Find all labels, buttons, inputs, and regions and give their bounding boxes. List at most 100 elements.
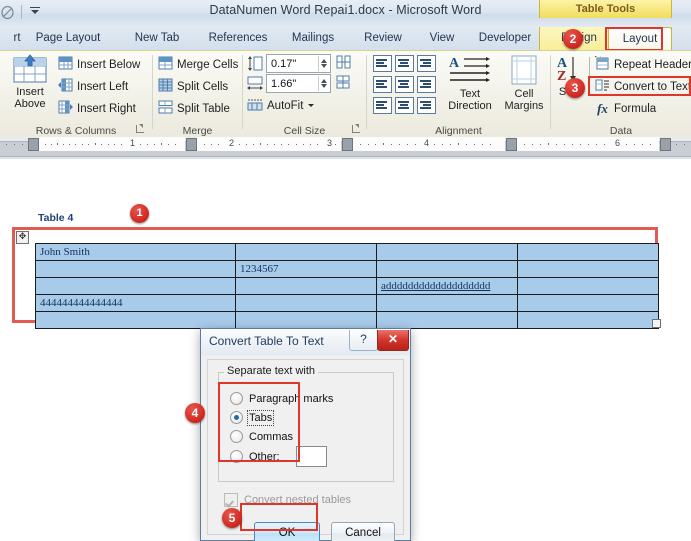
table-cell[interactable] bbox=[376, 243, 518, 261]
rows-columns-dialog-launcher[interactable] bbox=[135, 124, 146, 135]
insert-above-button[interactable]: Insert Above bbox=[8, 54, 52, 110]
table-cell[interactable] bbox=[235, 311, 377, 329]
autofit-button[interactable]: AutoFit bbox=[247, 96, 315, 115]
formula-button[interactable]: fx Formula bbox=[595, 99, 656, 118]
table-cell[interactable] bbox=[517, 294, 659, 312]
highlight-layout-tab bbox=[605, 27, 663, 51]
table-row[interactable]: addddddddddddddddddd bbox=[35, 277, 659, 295]
table-cell[interactable]: 444444444444444 bbox=[35, 294, 236, 312]
distribute-rows-icon[interactable] bbox=[336, 55, 351, 72]
table-cell[interactable] bbox=[517, 260, 659, 278]
align-top-right-button[interactable] bbox=[417, 55, 436, 72]
tab-mailings[interactable]: Mailings bbox=[277, 27, 349, 50]
text-direction-button[interactable]: A Text Direction bbox=[443, 54, 497, 112]
table-cell[interactable] bbox=[35, 277, 236, 295]
formula-label: Formula bbox=[614, 102, 657, 115]
table-cell[interactable] bbox=[517, 243, 659, 261]
align-center-right-button[interactable] bbox=[417, 76, 436, 93]
table-row-height-icon bbox=[247, 56, 263, 74]
insert-column-left-icon bbox=[58, 78, 73, 95]
dialog-title: Convert Table To Text bbox=[209, 334, 324, 348]
tab-developer[interactable]: Developer bbox=[464, 27, 546, 50]
repeat-header-rows-button[interactable]: Repeat Header R bbox=[594, 54, 691, 74]
insert-below-label: Insert Below bbox=[77, 58, 141, 71]
column-marker[interactable] bbox=[28, 138, 39, 151]
table-cell[interactable] bbox=[35, 311, 236, 329]
horizontal-ruler[interactable]: 1 2 3 4 6 bbox=[0, 137, 691, 160]
insert-right-button[interactable]: Insert Right bbox=[58, 99, 136, 118]
split-table-icon bbox=[158, 100, 173, 117]
align-top-left-button[interactable] bbox=[373, 55, 392, 72]
table-cell[interactable]: John Smith bbox=[35, 243, 236, 261]
checkbox-indicator[interactable] bbox=[224, 493, 238, 507]
table-move-handle-icon[interactable]: ✥ bbox=[16, 231, 29, 244]
split-cells-button[interactable]: Split Cells bbox=[158, 77, 228, 96]
table-column-width-icon bbox=[247, 76, 263, 94]
align-top-center-button[interactable] bbox=[395, 55, 414, 72]
tab-references[interactable]: References bbox=[194, 27, 282, 50]
tab-review[interactable]: Review bbox=[350, 27, 416, 50]
column-marker[interactable] bbox=[506, 138, 517, 151]
table-resize-handle[interactable] bbox=[652, 319, 661, 328]
ruler-number: 6 bbox=[615, 138, 621, 148]
align-bottom-right-button[interactable] bbox=[417, 97, 436, 114]
table-cell[interactable] bbox=[235, 277, 377, 295]
table-cell[interactable] bbox=[376, 294, 518, 312]
table-cell[interactable] bbox=[376, 260, 518, 278]
other-separator-input[interactable] bbox=[296, 446, 327, 467]
group-cell-size: 0.17" 1.66" AutoFit Cell Size bbox=[243, 51, 366, 138]
column-marker[interactable] bbox=[660, 138, 671, 151]
split-table-button[interactable]: Split Table bbox=[158, 99, 230, 118]
ruler-number: 1 bbox=[130, 138, 136, 148]
callout-badge-1: 1 bbox=[130, 204, 149, 223]
column-width-value: 1.66" bbox=[271, 77, 297, 90]
cell-margins-label-line2: Margins bbox=[504, 99, 544, 112]
word-table[interactable]: John Smith 1234567 addddddddddddddddddd … bbox=[35, 243, 659, 329]
column-width-spin-arrows[interactable] bbox=[318, 76, 330, 91]
table-row[interactable] bbox=[35, 311, 659, 329]
table-cell[interactable] bbox=[517, 277, 659, 295]
row-height-spinner[interactable]: 0.17" bbox=[266, 54, 331, 73]
table-row[interactable]: 1234567 bbox=[35, 260, 659, 278]
close-x-icon[interactable]: ✕ bbox=[377, 330, 409, 351]
table-cell[interactable] bbox=[235, 243, 377, 261]
distribute-columns-icon[interactable] bbox=[336, 75, 351, 92]
tab-page-layout[interactable]: Page Layout bbox=[22, 27, 114, 50]
column-marker[interactable] bbox=[342, 138, 353, 151]
table-cell[interactable]: addddddddddddddddddd bbox=[376, 277, 518, 295]
column-marker[interactable] bbox=[186, 138, 197, 151]
cancel-button[interactable]: Cancel bbox=[331, 522, 395, 541]
column-width-spinner[interactable]: 1.66" bbox=[266, 74, 331, 93]
insert-below-button[interactable]: Insert Below bbox=[58, 55, 140, 74]
table-cell[interactable] bbox=[517, 311, 659, 329]
merge-cells-button[interactable]: Merge Cells bbox=[158, 55, 238, 74]
chevron-down-icon[interactable] bbox=[307, 100, 315, 112]
insert-above-label-line1: Insert bbox=[16, 86, 44, 98]
align-center-left-button[interactable] bbox=[373, 76, 392, 93]
table-cell[interactable] bbox=[235, 294, 377, 312]
align-bottom-left-button[interactable] bbox=[373, 97, 392, 114]
table-row[interactable]: John Smith bbox=[35, 243, 659, 261]
tab-new-tab[interactable]: New Tab bbox=[120, 27, 194, 50]
table-cell[interactable] bbox=[376, 311, 518, 329]
highlight-separator-options bbox=[218, 382, 300, 462]
align-center-button[interactable] bbox=[395, 76, 414, 93]
table-cell[interactable]: 1234567 bbox=[235, 260, 377, 278]
insert-left-button[interactable]: Insert Left bbox=[58, 77, 128, 96]
table-cell[interactable] bbox=[35, 260, 236, 278]
row-height-spin-arrows[interactable] bbox=[318, 56, 330, 71]
insert-row-above-icon bbox=[12, 54, 48, 87]
svg-text:A: A bbox=[449, 56, 460, 71]
merge-cells-label: Merge Cells bbox=[177, 58, 239, 71]
cell-margins-button[interactable]: Cell Margins bbox=[502, 54, 546, 112]
formula-icon: fx bbox=[597, 100, 608, 116]
word-window: DataNumen Word Repai1.docx - Microsoft W… bbox=[0, 0, 691, 541]
callout-badge-2: 2 bbox=[563, 29, 583, 49]
text-direction-label-line1: Text bbox=[459, 88, 481, 100]
tab-view[interactable]: View bbox=[415, 27, 469, 50]
cell-size-dialog-launcher[interactable] bbox=[351, 124, 362, 135]
dialog-title-bar[interactable]: Convert Table To Text ? ✕ bbox=[201, 329, 410, 355]
table-row[interactable]: 444444444444444 bbox=[35, 294, 659, 312]
align-bottom-center-button[interactable] bbox=[395, 97, 414, 114]
help-question-icon[interactable]: ? bbox=[349, 330, 378, 351]
